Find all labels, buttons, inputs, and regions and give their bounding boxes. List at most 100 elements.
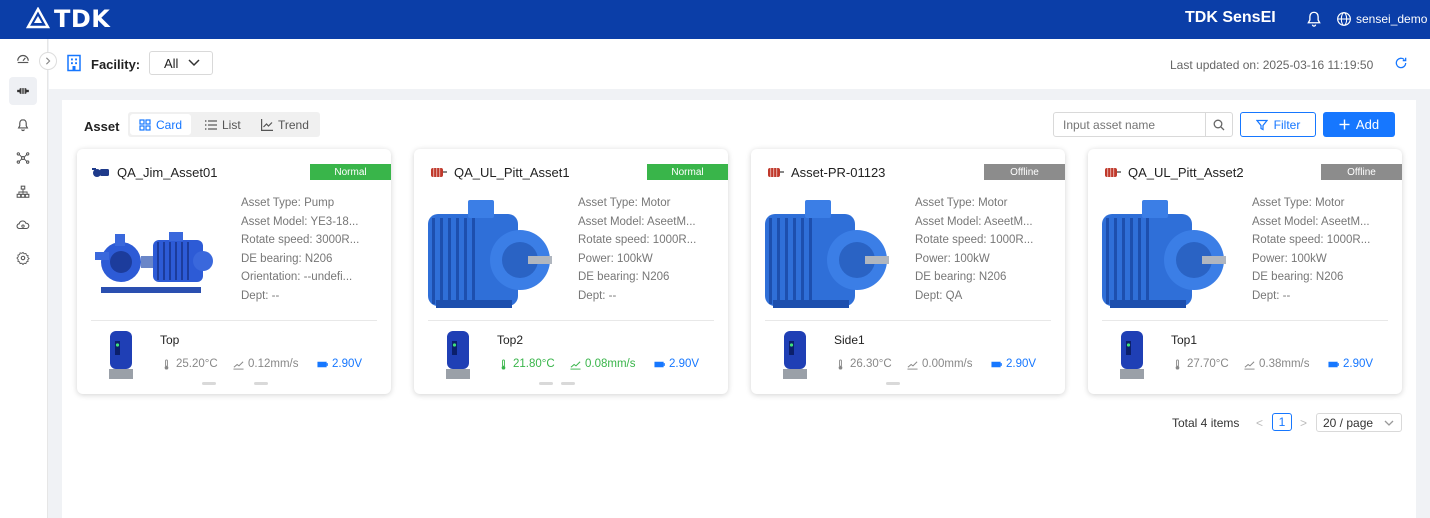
chevron-down-icon bbox=[1384, 420, 1394, 426]
de-bearing: DE bearing: N206 bbox=[241, 252, 333, 265]
add-button-label: Add bbox=[1355, 117, 1380, 132]
tdk-logo[interactable]: TDK bbox=[26, 5, 111, 33]
carousel-dot[interactable] bbox=[561, 382, 575, 385]
sensor-name[interactable]: Top1 bbox=[1171, 333, 1197, 347]
pagination-total: Total 4 items bbox=[1172, 416, 1240, 430]
pagination-next-button[interactable]: > bbox=[1300, 416, 1307, 430]
network-icon bbox=[16, 152, 30, 164]
search-button[interactable] bbox=[1205, 112, 1233, 137]
battery-icon bbox=[654, 361, 665, 367]
pagination-prev-button[interactable]: < bbox=[1256, 416, 1263, 430]
sensor-image bbox=[109, 331, 133, 379]
last-updated-text: Last updated on: 2025-03-16 11:19:50 bbox=[1170, 58, 1374, 72]
motor-image bbox=[1102, 200, 1226, 308]
carousel-dot[interactable] bbox=[886, 382, 900, 385]
asset-model: Asset Model: AseetM... bbox=[578, 215, 696, 228]
rotate-speed: Rotate speed: 1000R... bbox=[915, 234, 1034, 246]
sidebar-item-dashboard[interactable] bbox=[9, 45, 37, 73]
sidebar-item-network[interactable] bbox=[9, 144, 37, 172]
tab-card[interactable]: Card bbox=[130, 114, 192, 135]
rotate-speed: Rotate speed: 1000R... bbox=[578, 234, 697, 246]
temperature-value: 21.80°C bbox=[513, 358, 555, 370]
facility-bar: Facility: All Last updated on: 2025-03-1… bbox=[49, 39, 1430, 89]
carousel-dot[interactable] bbox=[254, 382, 268, 385]
vibration-icon bbox=[233, 360, 244, 370]
vibration-icon bbox=[907, 360, 918, 370]
thermometer-icon bbox=[838, 358, 843, 370]
asset-name[interactable]: QA_UL_Pitt_Asset1 bbox=[454, 165, 570, 180]
asset-properties: Asset Type: Pump Asset Model: YE3-18... … bbox=[241, 197, 381, 308]
voltage-value: 2.90V bbox=[1006, 358, 1037, 370]
asset-card[interactable]: QA_UL_Pitt_Asset2 Offline Asset Type: Mo… bbox=[1088, 149, 1402, 394]
battery-icon bbox=[991, 361, 1002, 367]
tab-list[interactable]: List bbox=[196, 114, 250, 135]
asset-model: Asset Model: YE3-18... bbox=[241, 215, 359, 228]
sensor-name[interactable]: Top2 bbox=[497, 333, 523, 347]
tab-trend[interactable]: Trend bbox=[252, 114, 318, 135]
page-size-value: 20 / page bbox=[1323, 415, 1374, 430]
power: Power: 100kW bbox=[578, 252, 653, 265]
asset-type: Asset Type: Pump bbox=[241, 197, 335, 209]
rotate-speed: Rotate speed: 1000R... bbox=[1252, 234, 1371, 246]
carousel-dot[interactable] bbox=[539, 382, 553, 385]
card-divider bbox=[428, 320, 714, 321]
asset-properties: Asset Type: Motor Asset Model: AseetM...… bbox=[1252, 197, 1392, 308]
vibration-metric: 0.08mm/s bbox=[570, 358, 636, 370]
sidebar-item-alarm[interactable] bbox=[9, 111, 37, 139]
asset-name[interactable]: QA_UL_Pitt_Asset2 bbox=[1128, 165, 1244, 180]
status-badge: Normal bbox=[647, 164, 728, 180]
asset-search-input[interactable] bbox=[1053, 112, 1206, 137]
sidebar-item-asset[interactable] bbox=[9, 77, 37, 105]
voltage-value: 2.90V bbox=[669, 358, 700, 370]
facility-select[interactable]: All bbox=[149, 51, 213, 75]
view-toggle: Card List Trend bbox=[128, 112, 320, 137]
status-badge: Offline bbox=[1321, 164, 1402, 180]
top-bar: TDK TDK SensEI sensei_demo bbox=[0, 0, 1430, 39]
pump-image bbox=[95, 232, 213, 293]
battery-icon bbox=[1328, 361, 1339, 367]
power: Power: 100kW bbox=[915, 252, 990, 265]
dept: Dept: -- bbox=[578, 289, 617, 302]
page-size-select[interactable]: 20 / page bbox=[1316, 413, 1402, 432]
asset-type: Asset Type: Motor bbox=[915, 197, 1008, 209]
user-name[interactable]: sensei_demo bbox=[1356, 12, 1427, 26]
asset-type: Asset Type: Motor bbox=[578, 197, 671, 209]
temperature-metric: 26.30°C bbox=[835, 358, 892, 370]
thermometer-icon bbox=[164, 358, 169, 370]
motor-image bbox=[765, 200, 889, 308]
temperature-value: 25.20°C bbox=[176, 358, 218, 370]
card-divider bbox=[1102, 320, 1388, 321]
facility-selected-value: All bbox=[164, 55, 179, 71]
sidebar-item-settings[interactable] bbox=[9, 244, 37, 272]
carousel-dot[interactable] bbox=[202, 382, 216, 385]
filter-button[interactable]: Filter bbox=[1240, 112, 1316, 137]
asset-card[interactable]: QA_UL_Pitt_Asset1 Normal Asset Type: Mot… bbox=[414, 149, 728, 394]
sensor-name[interactable]: Side1 bbox=[834, 333, 865, 347]
asset-card[interactable]: QA_Jim_Asset01 Normal Asset Type: Pump A… bbox=[77, 149, 391, 394]
asset-type: Asset Type: Motor bbox=[1252, 197, 1345, 209]
pagination-page-1[interactable]: 1 bbox=[1272, 413, 1292, 431]
asset-card[interactable]: Asset-PR-01123 Offline Asset Type: Motor… bbox=[751, 149, 1065, 394]
vibration-metric: 0.38mm/s bbox=[1244, 358, 1310, 370]
gear-icon bbox=[16, 251, 30, 265]
vibration-value: 0.38mm/s bbox=[1259, 358, 1310, 370]
add-asset-button[interactable]: Add bbox=[1323, 112, 1395, 137]
sidebar-item-cloud[interactable] bbox=[9, 211, 37, 239]
tab-card-label: Card bbox=[156, 117, 183, 132]
sensor-name[interactable]: Top bbox=[160, 333, 179, 347]
carousel-dots bbox=[539, 382, 575, 385]
status-badge: Offline bbox=[984, 164, 1065, 180]
filter-icon bbox=[1255, 119, 1268, 130]
notification-bell-icon[interactable] bbox=[1305, 10, 1323, 28]
temperature-metric: 21.80°C bbox=[498, 358, 555, 370]
language-globe-icon[interactable] bbox=[1336, 11, 1352, 27]
sidebar-item-hierarchy[interactable] bbox=[9, 178, 37, 206]
logo-text: TDK bbox=[54, 5, 111, 33]
vibration-value: 0.08mm/s bbox=[585, 358, 636, 370]
hierarchy-icon bbox=[16, 185, 30, 198]
asset-name[interactable]: Asset-PR-01123 bbox=[791, 165, 885, 180]
voltage-metric: 2.90V bbox=[317, 358, 362, 370]
asset-name[interactable]: QA_Jim_Asset01 bbox=[117, 165, 217, 180]
refresh-icon[interactable] bbox=[1394, 56, 1408, 70]
sidebar-collapse-button[interactable] bbox=[39, 52, 57, 70]
